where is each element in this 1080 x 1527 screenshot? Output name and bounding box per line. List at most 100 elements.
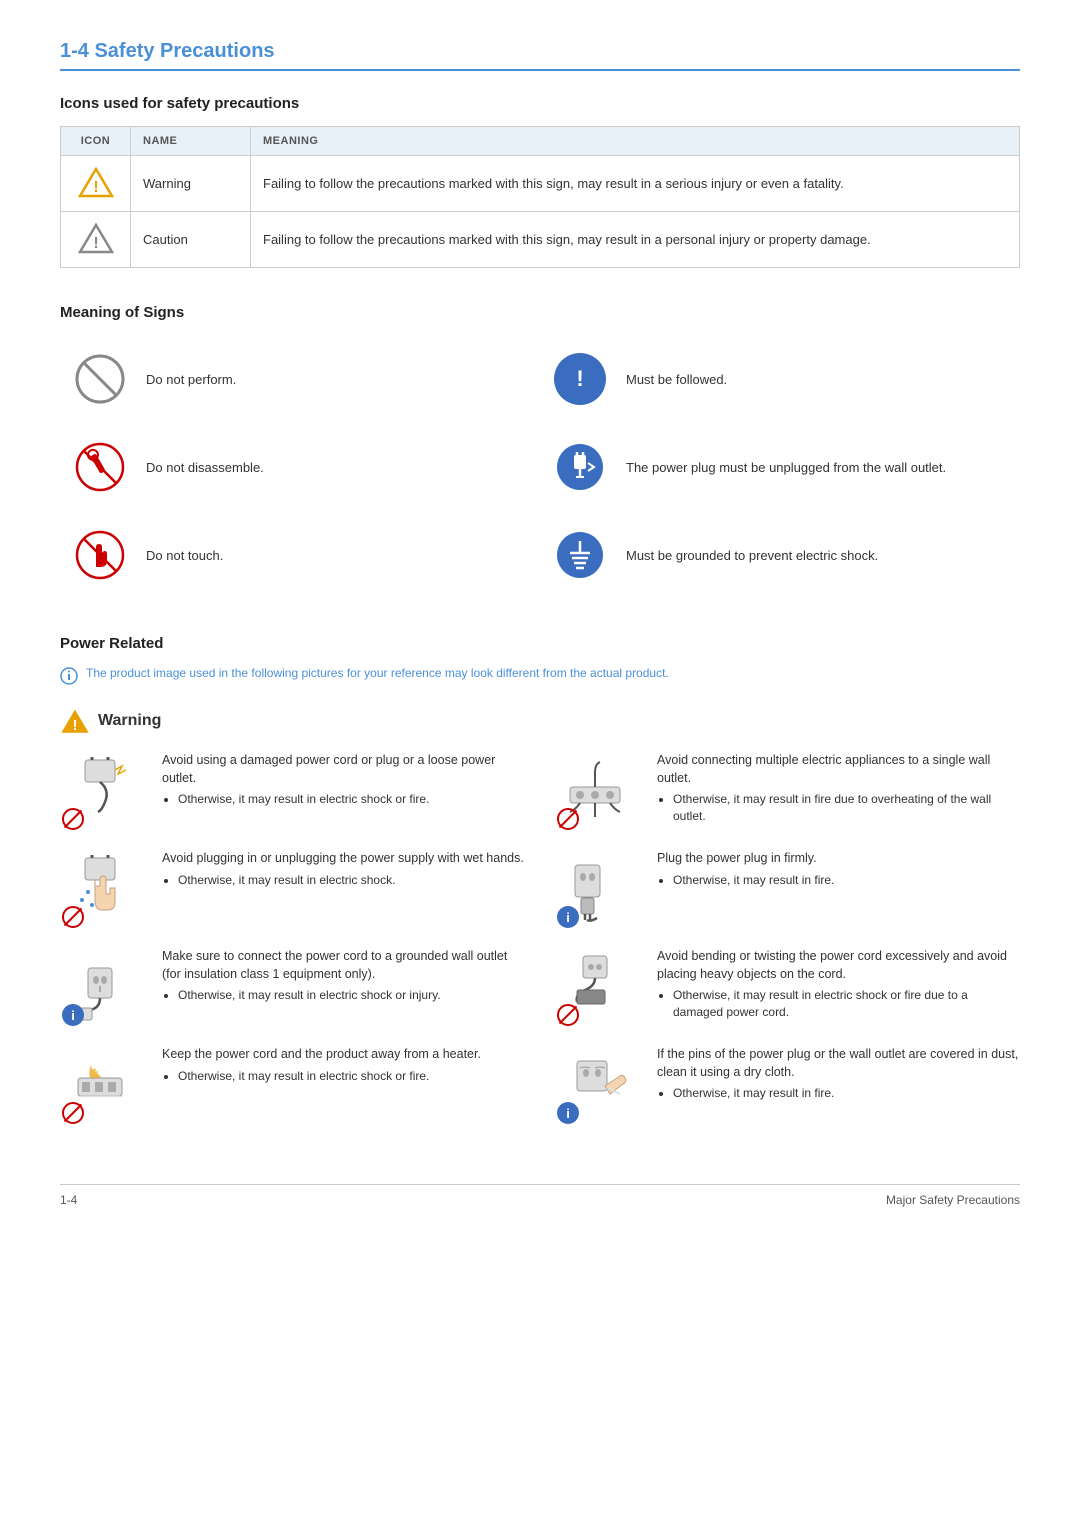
signs-section: Meaning of Signs Do not perform. ! Must …: [60, 304, 1020, 599]
sign-item-do-not-touch: Do not touch.: [60, 511, 540, 599]
table-name-cell: Caution: [131, 212, 251, 268]
warning-grid: Avoid using a damaged power cord or plug…: [60, 752, 1020, 1144]
warning-item-wet-hands: Avoid plugging in or unplugging the powe…: [60, 850, 525, 930]
signs-section-title: Meaning of Signs: [60, 304, 1020, 321]
warning-header: ! Warning: [60, 708, 1020, 734]
do-not-perform-icon: [70, 349, 130, 409]
plug-firmly-image: i: [555, 850, 645, 930]
no-symbol: [557, 1004, 579, 1026]
dust-image: i: [555, 1046, 645, 1126]
caution-triangle-icon: !: [78, 222, 114, 254]
note-line: The product image used in the following …: [60, 666, 1020, 688]
footer-page-number: 1-4: [60, 1193, 77, 1207]
warning-bullet: Otherwise, it may result in fire.: [673, 872, 1020, 889]
warning-text-dust: If the pins of the power plug or the wal…: [657, 1046, 1020, 1104]
warning-bullet: Otherwise, it may result in fire due to …: [673, 791, 1020, 825]
warning-text-heater: Keep the power cord and the product away…: [162, 1046, 525, 1086]
page-title: 1-4 Safety Precautions: [60, 40, 1020, 63]
sign-label: Do not disassemble.: [146, 460, 264, 475]
svg-text:!: !: [73, 718, 78, 734]
power-related-section: Power Related The product image used in …: [60, 635, 1020, 1144]
note-text: The product image used in the following …: [86, 666, 669, 680]
grounded-outlet-image: i: [60, 948, 150, 1028]
sign-label: Must be followed.: [626, 372, 727, 387]
warning-bullet: Otherwise, it may result in electric sho…: [178, 987, 525, 1004]
must-follow-icon: !: [550, 349, 610, 409]
warning-icon-cell: !: [61, 156, 131, 212]
sign-item-do-not-perform: Do not perform.: [60, 335, 540, 423]
sign-label: The power plug must be unplugged from th…: [626, 460, 946, 475]
icons-section-title: Icons used for safety precautions: [60, 95, 1020, 112]
warning-heading: Avoid using a damaged power cord or plug…: [162, 752, 525, 787]
wet-hands-image: [60, 850, 150, 930]
blue-exclamation-icon: !: [554, 353, 606, 405]
table-row: ! Caution Failing to follow the precauti…: [61, 212, 1020, 268]
no-symbol: [557, 808, 579, 830]
table-meaning-cell: Failing to follow the precautions marked…: [251, 212, 1020, 268]
info-dot: i: [557, 906, 579, 928]
warning-bullet: Otherwise, it may result in electric sho…: [178, 1068, 525, 1085]
icons-section: Icons used for safety precautions ICON N…: [60, 95, 1020, 268]
table-header-meaning: MEANING: [251, 127, 1020, 156]
no-symbol: [62, 1102, 84, 1124]
warning-bullet: Otherwise, it may result in electric sho…: [178, 791, 525, 808]
warning-item-dust: i If the pins of the power plug or the w…: [555, 1046, 1020, 1126]
footer: 1-4 Major Safety Precautions: [60, 1184, 1020, 1207]
info-dot: i: [62, 1004, 84, 1026]
sign-label: Must be grounded to prevent electric sho…: [626, 548, 878, 563]
warning-item-bending-cord: Avoid bending or twisting the power cord…: [555, 948, 1020, 1028]
grounded-icon: [550, 525, 610, 585]
multiple-appliances-image: [555, 752, 645, 832]
warning-text-bending-cord: Avoid bending or twisting the power cord…: [657, 948, 1020, 1023]
sign-label: Do not perform.: [146, 372, 236, 387]
warning-heading: Make sure to connect the power cord to a…: [162, 948, 525, 983]
do-not-disassemble-icon: [70, 437, 130, 497]
heater-image: [60, 1046, 150, 1126]
unplug-icon: [550, 437, 610, 497]
warning-bullet: Otherwise, it may result in electric sho…: [178, 872, 525, 889]
warning-label: Warning: [98, 712, 161, 730]
warning-heading: Keep the power cord and the product away…: [162, 1046, 525, 1064]
warning-text-grounded-outlet: Make sure to connect the power cord to a…: [162, 948, 525, 1006]
page-header: 1-4 Safety Precautions: [60, 40, 1020, 71]
warning-item-grounded-outlet: i Make sure to connect the power cord to…: [60, 948, 525, 1028]
sign-item-must-follow: ! Must be followed.: [540, 335, 1020, 423]
caution-icon-cell: !: [61, 212, 131, 268]
warning-text-wet-hands: Avoid plugging in or unplugging the powe…: [162, 850, 525, 890]
svg-text:!: !: [93, 235, 98, 252]
no-symbol: [62, 906, 84, 928]
signs-grid: Do not perform. ! Must be followed.: [60, 335, 1020, 599]
warning-triangle-icon: !: [78, 166, 114, 198]
warning-text-damaged-cord: Avoid using a damaged power cord or plug…: [162, 752, 525, 810]
warning-text-plug-firmly: Plug the power plug in firmly. Otherwise…: [657, 850, 1020, 890]
do-not-touch-icon: [70, 525, 130, 585]
warning-heading: If the pins of the power plug or the wal…: [657, 1046, 1020, 1081]
warning-item-plug-firmly: i Plug the power plug in firmly. Otherwi…: [555, 850, 1020, 930]
warning-item-heater: Keep the power cord and the product away…: [60, 1046, 525, 1126]
warning-bullet: Otherwise, it may result in fire.: [673, 1085, 1020, 1102]
bending-cord-image: [555, 948, 645, 1028]
warning-heading: Plug the power plug in firmly.: [657, 850, 1020, 868]
note-icon: [60, 667, 78, 688]
warning-icon: !: [60, 708, 90, 734]
svg-text:!: !: [93, 179, 98, 196]
no-symbol: [62, 808, 84, 830]
warning-item-multiple-appliances: Avoid connecting multiple electric appli…: [555, 752, 1020, 832]
footer-section-name: Major Safety Precautions: [886, 1193, 1020, 1207]
sign-item-do-not-disassemble: Do not disassemble.: [60, 423, 540, 511]
table-meaning-cell: Failing to follow the precautions marked…: [251, 156, 1020, 212]
sign-text-block: The power plug must be unplugged from th…: [626, 460, 946, 475]
warning-text-multiple-appliances: Avoid connecting multiple electric appli…: [657, 752, 1020, 827]
table-header-name: NAME: [131, 127, 251, 156]
info-dot: i: [557, 1102, 579, 1124]
warning-bullet: Otherwise, it may result in electric sho…: [673, 987, 1020, 1021]
sign-label: Do not touch.: [146, 548, 223, 563]
damaged-cord-image: [60, 752, 150, 832]
warning-heading: Avoid bending or twisting the power cord…: [657, 948, 1020, 983]
table-row: ! Warning Failing to follow the precauti…: [61, 156, 1020, 212]
warning-item-damaged-cord: Avoid using a damaged power cord or plug…: [60, 752, 525, 832]
warning-heading: Avoid connecting multiple electric appli…: [657, 752, 1020, 787]
icons-table: ICON NAME MEANING ! Warning Failing to f…: [60, 126, 1020, 268]
warning-heading: Avoid plugging in or unplugging the powe…: [162, 850, 525, 868]
warning-right-column: Avoid connecting multiple electric appli…: [555, 752, 1020, 1144]
